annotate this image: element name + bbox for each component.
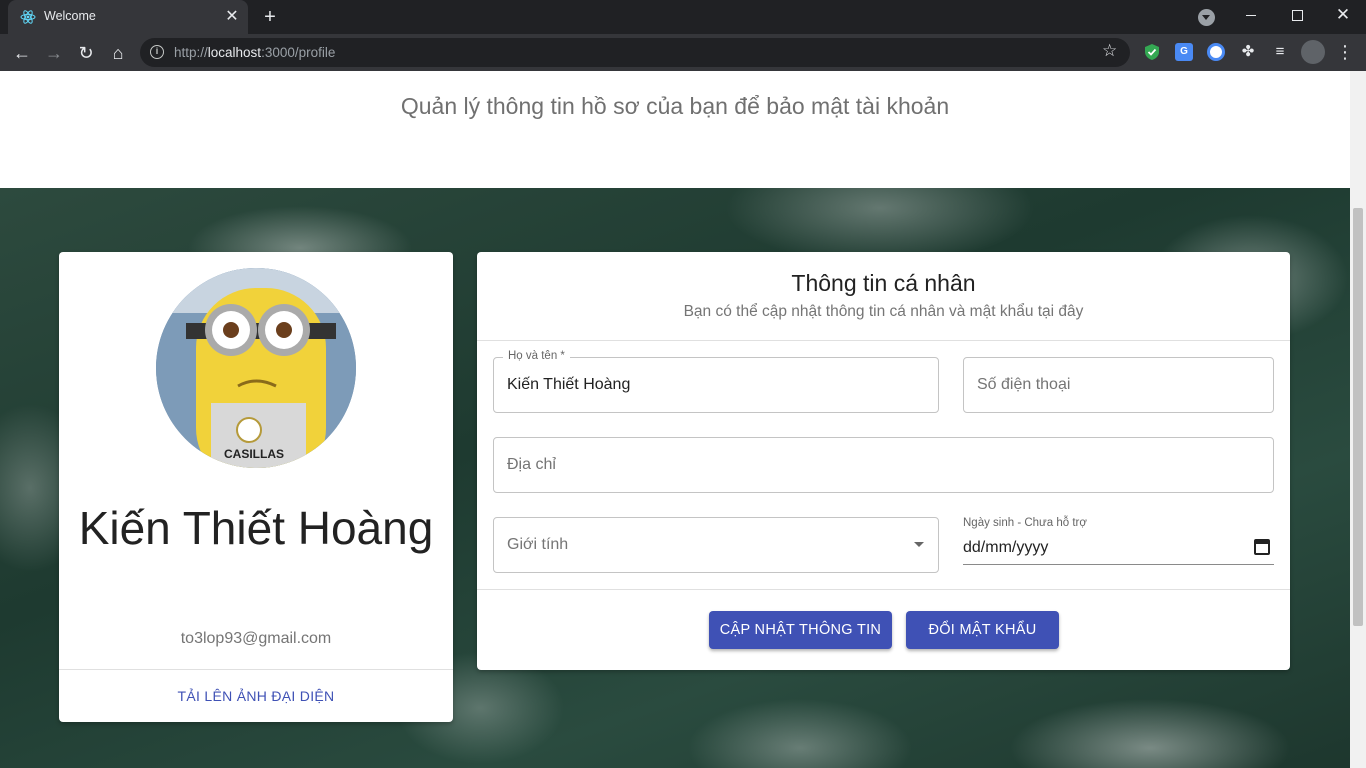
minimize-icon[interactable] [1237,4,1265,26]
tab-close-icon[interactable]: ✕ [222,7,242,27]
update-info-button[interactable]: CẬP NHẬT THÔNG TIN [709,611,892,649]
bookmark-star-icon[interactable]: ☆ [1102,41,1117,61]
birthday-value[interactable]: dd/mm/yyyy [963,539,1048,557]
footer-divider [477,589,1290,590]
url-text[interactable]: http://localhost:3000/profile [174,45,335,60]
dropdown-arrow-icon[interactable] [914,542,924,547]
browser-tab[interactable]: Welcome ✕ [8,0,248,34]
page-scrollbar[interactable] [1350,71,1366,768]
avatar: CASILLAS [156,268,356,468]
browser-toolbar: ← → ↻ ⌂ i http://localhost:3000/profile … [0,34,1366,71]
circle-extension-icon[interactable] [1207,43,1225,61]
hero-background: CASILLAS Kiến Thiết Hoàng to3lop93@gmail… [0,188,1350,768]
profile-card: CASILLAS Kiến Thiết Hoàng to3lop93@gmail… [59,252,453,722]
gender-placeholder[interactable]: Giới tính [507,536,568,554]
browser-profile-avatar[interactable] [1301,40,1325,64]
info-card-title: Thông tin cá nhân [791,270,976,296]
media-playlist-icon[interactable]: ≡ [1271,43,1289,61]
address-placeholder[interactable]: Địa chỉ [507,456,556,474]
reload-icon[interactable]: ↻ [73,40,99,66]
avatar-jersey-text: CASILLAS [224,447,284,461]
user-full-name: Kiến Thiết Hoàng [78,502,434,554]
header-divider [477,340,1290,341]
fullname-value[interactable]: Kiến Thiết Hoàng [507,376,630,394]
info-card-subtitle: Bạn có thể cập nhật thông tin cá nhân và… [683,303,1084,320]
page-viewport: Quản lý thông tin hồ sơ của bạn để bảo m… [0,71,1350,768]
shield-extension-icon[interactable] [1143,43,1161,61]
fullname-field[interactable]: Họ và tên * Kiến Thiết Hoàng [493,350,939,413]
phone-field[interactable]: Số điện thoại [963,357,1274,413]
react-icon [20,10,36,24]
translate-extension-icon[interactable]: G [1175,43,1193,61]
fullname-label: Họ và tên * [503,350,570,362]
tab-search-icon[interactable] [1198,9,1215,26]
scrollbar-thumb[interactable] [1353,208,1363,626]
forward-arrow-icon[interactable]: → [41,40,67,66]
more-menu-icon[interactable]: ⋮ [1335,40,1355,64]
back-arrow-icon[interactable]: ← [9,40,35,66]
new-tab-button[interactable]: + [258,6,282,28]
address-field[interactable]: Địa chỉ [493,437,1274,493]
user-email: to3lop93@gmail.com [180,630,332,647]
browser-tabbar: Welcome ✕ + ✕ [0,0,1366,34]
phone-placeholder[interactable]: Số điện thoại [977,376,1070,394]
calendar-icon[interactable] [1254,539,1270,555]
info-icon[interactable]: i [150,45,164,59]
page-subtitle: Quản lý thông tin hồ sơ của bạn để bảo m… [400,93,950,119]
birthday-date-field[interactable]: Ngày sinh - Chưa hỗ trợ dd/mm/yyyy [963,515,1274,565]
birthday-label: Ngày sinh - Chưa hỗ trợ [963,517,1087,529]
tab-title: Welcome [44,9,96,23]
address-bar[interactable]: i http://localhost:3000/profile ☆ [140,38,1130,67]
upload-avatar-button[interactable]: TẢI LÊN ẢNH ĐẠI DIỆN [59,670,453,722]
personal-info-card: Thông tin cá nhân Bạn có thể cập nhật th… [477,252,1290,670]
change-password-button[interactable]: ĐỔI MẬT KHẨU [906,611,1059,649]
home-icon[interactable]: ⌂ [105,40,131,66]
gender-select[interactable]: Giới tính [493,517,939,573]
minion-avatar-image: CASILLAS [156,268,356,468]
extensions-puzzle-icon[interactable]: ✤ [1239,43,1257,61]
maximize-icon[interactable] [1283,4,1311,26]
window-close-icon[interactable]: ✕ [1329,4,1357,26]
